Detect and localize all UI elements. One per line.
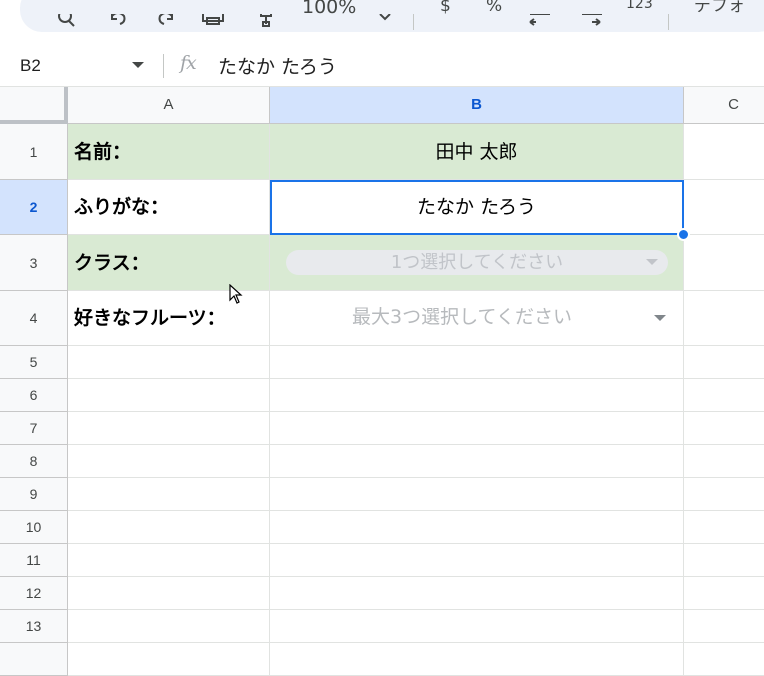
redo-icon[interactable] — [154, 14, 176, 32]
row-header-8[interactable]: 8 — [0, 445, 68, 478]
cell-empty[interactable] — [270, 643, 684, 676]
column-header-a[interactable]: A — [68, 87, 270, 124]
cell-empty[interactable] — [684, 412, 764, 445]
name-box-dropdown-icon[interactable] — [132, 62, 144, 68]
class-dropdown-chip[interactable]: 1つ選択してください — [286, 250, 668, 275]
name-box-value: B2 — [20, 56, 41, 75]
paint-format-icon[interactable] — [258, 14, 274, 32]
cell-a3[interactable]: クラス： — [68, 235, 270, 291]
toolbar-divider — [413, 14, 414, 30]
zoom-select[interactable]: 100% — [302, 0, 356, 16]
row-header-13[interactable]: 13 — [0, 610, 68, 643]
currency-format-button[interactable]: $ — [440, 0, 451, 16]
chevron-down-icon[interactable] — [654, 315, 666, 321]
column-header-c[interactable]: C — [684, 87, 764, 124]
column-header-b[interactable]: B — [270, 87, 684, 124]
cell-c4[interactable] — [684, 291, 764, 346]
mouse-pointer-icon — [229, 284, 243, 304]
cell-c2[interactable] — [684, 180, 764, 235]
cell-empty[interactable] — [684, 478, 764, 511]
cell-empty[interactable] — [270, 511, 684, 544]
cell-empty[interactable] — [684, 577, 764, 610]
select-all-corner[interactable] — [0, 87, 68, 124]
fx-icon: fx — [180, 52, 197, 74]
cell-empty[interactable] — [684, 544, 764, 577]
fill-handle[interactable] — [677, 228, 690, 241]
row-header-2[interactable]: 2 — [0, 180, 68, 235]
row-header-6[interactable]: 6 — [0, 379, 68, 412]
cell-empty[interactable] — [68, 346, 270, 379]
cell-empty[interactable] — [68, 610, 270, 643]
cell-empty[interactable] — [270, 346, 684, 379]
formula-bar-divider — [163, 54, 164, 78]
cell-c3[interactable] — [684, 235, 764, 291]
cell-empty[interactable] — [68, 544, 270, 577]
cell-empty[interactable] — [68, 379, 270, 412]
cell-empty[interactable] — [684, 511, 764, 544]
cell-a2[interactable]: ふりがな： — [68, 180, 270, 235]
row-header-12[interactable]: 12 — [0, 577, 68, 610]
row-header-14[interactable] — [0, 643, 68, 676]
active-cell-outline — [270, 180, 684, 235]
cell-empty[interactable] — [270, 445, 684, 478]
search-icon[interactable] — [56, 14, 78, 32]
cell-empty[interactable] — [684, 610, 764, 643]
cell-empty[interactable] — [684, 643, 764, 676]
zoom-dropdown-icon[interactable] — [378, 14, 392, 32]
row-header-10[interactable]: 10 — [0, 511, 68, 544]
cell-empty[interactable] — [68, 577, 270, 610]
chevron-down-icon[interactable] — [646, 259, 658, 265]
number-format-button[interactable]: 123 — [626, 0, 653, 14]
toolbar-divider — [668, 14, 669, 30]
cell-empty[interactable] — [270, 379, 684, 412]
cell-empty[interactable] — [270, 478, 684, 511]
cell-empty[interactable] — [270, 544, 684, 577]
formula-input[interactable]: たなか たろう — [218, 52, 337, 79]
increase-decimal-icon[interactable] — [578, 14, 606, 32]
cell-empty[interactable] — [684, 379, 764, 412]
cell-empty[interactable] — [270, 610, 684, 643]
row-header-5[interactable]: 5 — [0, 346, 68, 379]
cell-c1[interactable] — [684, 124, 764, 180]
cell-b1[interactable]: 田中 太郎 — [270, 124, 684, 180]
undo-icon[interactable] — [108, 14, 130, 32]
cell-a1[interactable]: 名前： — [68, 124, 270, 180]
cell-empty[interactable] — [684, 445, 764, 478]
row-header-7[interactable]: 7 — [0, 412, 68, 445]
cell-empty[interactable] — [270, 412, 684, 445]
print-icon[interactable] — [200, 14, 226, 32]
percent-format-button[interactable]: % — [486, 0, 502, 16]
cell-empty[interactable] — [68, 478, 270, 511]
cell-empty[interactable] — [68, 643, 270, 676]
cell-empty[interactable] — [684, 346, 764, 379]
cell-empty[interactable] — [68, 412, 270, 445]
font-select[interactable]: デフォ — [694, 0, 764, 16]
row-header-9[interactable]: 9 — [0, 478, 68, 511]
fruit-dropdown-placeholder[interactable]: 最大3つ選択してください — [270, 292, 684, 344]
row-header-1[interactable]: 1 — [0, 124, 68, 180]
cell-empty[interactable] — [68, 511, 270, 544]
cell-empty[interactable] — [68, 445, 270, 478]
cell-empty[interactable] — [270, 577, 684, 610]
decrease-decimal-icon[interactable] — [526, 14, 554, 32]
row-header-3[interactable]: 3 — [0, 235, 68, 291]
row-header-4[interactable]: 4 — [0, 291, 68, 346]
row-header-11[interactable]: 11 — [0, 544, 68, 577]
